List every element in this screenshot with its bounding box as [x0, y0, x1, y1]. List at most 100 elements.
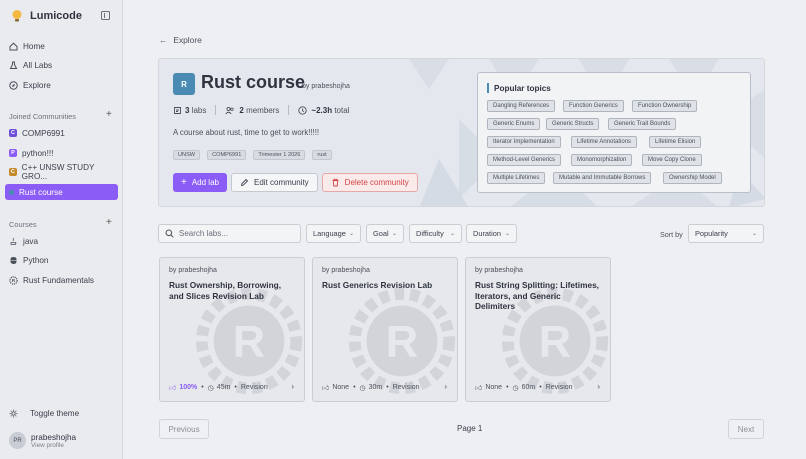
lab-card[interactable]: R by prabeshojha Rust Ownership, Borrowi…: [159, 257, 305, 402]
topic-chip[interactable]: Dangling References: [487, 100, 556, 112]
sidebar-item-label: COMP6991: [22, 128, 65, 138]
sidebar-item-python[interactable]: P python!!!: [5, 145, 118, 161]
users-icon: [225, 106, 234, 114]
topic-chip[interactable]: Function Ownership: [632, 100, 698, 112]
search-icon: [165, 229, 174, 238]
divider: [215, 105, 217, 115]
chevron-down-icon: ⌄: [751, 231, 757, 237]
language-filter[interactable]: Language ⌄: [306, 224, 361, 243]
svg-text:R: R: [233, 315, 265, 366]
total-time-stat: ~2.3h total: [298, 106, 349, 115]
difficulty-label: Difficulty: [416, 229, 444, 238]
chevron-right-icon: ›: [597, 382, 600, 391]
sort-select[interactable]: Popularity ⌄: [688, 224, 764, 243]
sidebar-item-label: Explore: [23, 80, 51, 90]
arrow-left-icon: ←: [159, 35, 168, 45]
toggle-theme-button[interactable]: Toggle theme: [9, 409, 79, 418]
topic-chip[interactable]: Method-Level Generics: [487, 154, 562, 166]
app-name: Lumicode: [30, 10, 82, 22]
view-profile-link[interactable]: View profile: [31, 442, 76, 449]
sidebar-item-comp6991[interactable]: C COMP6991: [5, 125, 118, 141]
topic-chip[interactable]: Generic Enums: [487, 118, 541, 130]
popular-topics-heading: Popular topics: [487, 83, 551, 93]
delete-community-button[interactable]: Delete community: [321, 173, 418, 192]
sun-icon: [9, 409, 18, 418]
sort-value: Popularity: [695, 229, 728, 238]
next-page-button[interactable]: Next: [728, 419, 764, 439]
previous-page-button[interactable]: Previous: [159, 419, 209, 439]
topic-chip[interactable]: Lifetime Annotations: [571, 136, 638, 148]
topic-chip[interactable]: Multiple Lifetimes: [487, 172, 546, 184]
python-icon: [9, 256, 18, 265]
topic-chip[interactable]: Ownership Model: [663, 172, 722, 184]
lab-likes: None: [485, 384, 503, 391]
lab-meta: 👍︎ 100% • ◷ 45m • Revision: [169, 383, 268, 392]
add-lab-button[interactable]: + Add lab: [173, 173, 227, 192]
sidebar-item-label: Python: [23, 255, 49, 265]
back-label: Explore: [173, 35, 202, 45]
topic-chip[interactable]: Mutable and Immutable Borrows: [553, 172, 652, 184]
joined-communities-heading: Joined Communities: [9, 112, 76, 121]
add-community-icon[interactable]: +: [106, 110, 112, 120]
chevron-down-icon: ⌄: [504, 231, 510, 237]
edit-community-button[interactable]: Edit community: [230, 173, 318, 192]
lab-meta: 👍︎ None • ◷ 60m • Revision: [475, 383, 573, 392]
page-indicator: Page 1: [457, 424, 483, 433]
thumbs-up-icon: 👍︎: [169, 385, 177, 392]
search-input[interactable]: [179, 229, 289, 238]
course-author: by prabeshojha: [302, 83, 350, 90]
goal-label: Goal: [373, 229, 389, 238]
back-to-explore-link[interactable]: ← Explore: [159, 35, 202, 45]
topic-chip[interactable]: Generic Trait Bounds: [608, 118, 677, 130]
lab-type: Revision: [545, 384, 573, 391]
lab-card[interactable]: R by prabeshojha Rust Generics Revision …: [312, 257, 458, 402]
lab-likes: None: [332, 384, 350, 391]
sidebar-item-python-course[interactable]: Python: [5, 252, 118, 268]
lab-time: 45m: [216, 384, 231, 391]
lab-type: Revision: [240, 384, 268, 391]
search-labs[interactable]: [158, 224, 301, 243]
collapse-sidebar-icon[interactable]: [101, 11, 110, 20]
lab-card[interactable]: R by prabeshojha Rust String Splitting: …: [465, 257, 611, 402]
sidebar-item-home[interactable]: Home: [5, 38, 118, 54]
lab-author: by prabeshojha: [322, 267, 370, 274]
topic-chip[interactable]: Move Copy Clone: [642, 154, 702, 166]
separator-dot: •: [201, 384, 204, 391]
tag: Trimester 1 2026: [253, 150, 306, 160]
lab-meta: 👍︎ None • ◷ 30m • Revision: [322, 383, 420, 392]
duration-filter[interactable]: Duration ⌄: [466, 224, 517, 243]
user-profile[interactable]: PR prabeshojha View profile: [9, 432, 76, 449]
topic-chip[interactable]: Monomorphization: [571, 154, 633, 166]
delete-community-label: Delete community: [344, 178, 409, 187]
goal-filter[interactable]: Goal ⌄: [366, 224, 404, 243]
course-header-card: R Rust course by prabeshojha 3 labs 2 me…: [158, 58, 765, 207]
add-course-icon[interactable]: +: [106, 218, 112, 228]
difficulty-filter[interactable]: Difficulty ⌄: [409, 224, 462, 243]
topic-chip[interactable]: Generic Structs: [546, 118, 600, 130]
topic-chip[interactable]: Lifetime Elision: [649, 136, 702, 148]
sidebar: Lumicode Home All Labs Explore Joined Co…: [0, 0, 123, 459]
tag: COMP6991: [207, 150, 247, 160]
tag: UNSW: [173, 150, 201, 160]
sidebar-item-rust-course[interactable]: Rust course: [5, 184, 118, 200]
sidebar-item-all-labs[interactable]: All Labs: [5, 57, 118, 73]
sidebar-item-label: java: [23, 236, 39, 246]
separator-dot: •: [234, 384, 237, 391]
brand[interactable]: Lumicode: [10, 9, 82, 23]
java-icon: [9, 237, 18, 246]
topic-chip[interactable]: Function Generics: [563, 100, 624, 112]
clock-icon: [298, 105, 308, 115]
toggle-theme-label: Toggle theme: [30, 409, 80, 418]
pencil-icon: [240, 178, 249, 187]
members-count: 2: [239, 105, 244, 115]
sidebar-item-explore[interactable]: Explore: [5, 77, 118, 93]
sidebar-item-java[interactable]: java: [5, 233, 118, 249]
duration-label: Duration: [473, 229, 501, 238]
sidebar-item-label: All Labs: [23, 60, 53, 70]
topic-chip[interactable]: Iterator Implementation: [487, 136, 561, 148]
trash-icon: [332, 178, 339, 187]
sidebar-item-rust-fundamentals[interactable]: R Rust Fundamentals: [5, 272, 118, 288]
sidebar-item-cpp-study-group[interactable]: C C++ UNSW STUDY GRO...: [5, 163, 118, 181]
separator-dot: •: [506, 384, 509, 391]
separator-dot: •: [386, 384, 389, 391]
